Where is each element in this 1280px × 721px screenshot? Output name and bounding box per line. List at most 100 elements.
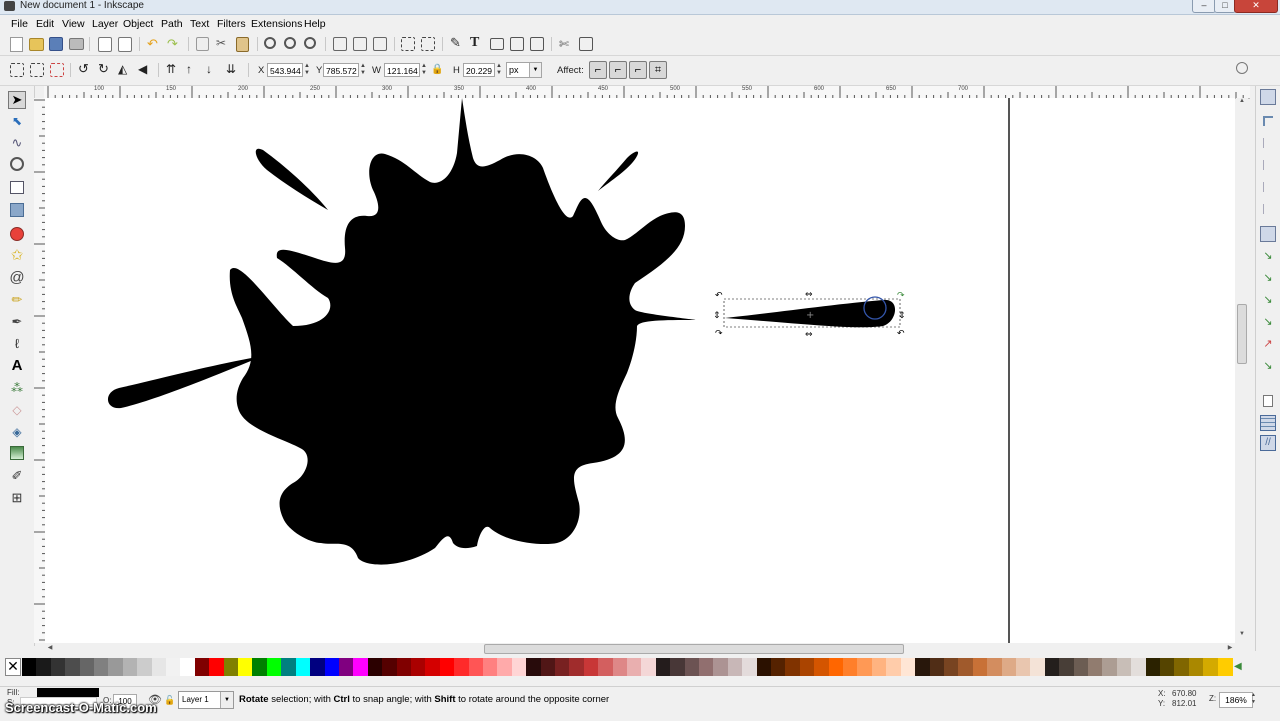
rotate-handle-top-left-icon[interactable]: ↶	[715, 291, 723, 301]
scroll-down-icon[interactable]: ▼	[1237, 631, 1247, 641]
color-swatch[interactable]	[1116, 658, 1132, 676]
deselect-icon[interactable]	[50, 63, 64, 77]
color-swatch[interactable]	[1174, 658, 1190, 676]
unlink-clone-icon[interactable]	[373, 37, 387, 51]
scroll-right-icon[interactable]: ▶	[1225, 644, 1235, 654]
x-spinner[interactable]: ▲ ▼	[304, 63, 310, 77]
color-swatch[interactable]	[627, 658, 642, 676]
color-swatch[interactable]	[583, 658, 599, 676]
snap-toggle-icon[interactable]	[1260, 89, 1276, 105]
layer-lock-icon[interactable]: 🔓	[164, 694, 175, 706]
color-swatch[interactable]	[684, 658, 700, 676]
color-swatch[interactable]	[353, 658, 369, 676]
color-swatch[interactable]	[742, 658, 758, 676]
rotate-handle-bottom-left-icon[interactable]: ↷	[715, 329, 723, 339]
color-swatch[interactable]	[338, 658, 354, 676]
color-swatch[interactable]	[1203, 658, 1219, 676]
clone-icon[interactable]	[353, 37, 367, 51]
tweak-tool-icon[interactable]: ∿	[8, 135, 26, 153]
color-swatch[interactable]	[569, 658, 585, 676]
color-swatch[interactable]	[252, 658, 268, 676]
color-swatch[interactable]	[1217, 658, 1233, 676]
flip-vertical-icon[interactable]: ◀	[138, 62, 153, 77]
snap-bbox-icon[interactable]	[1263, 116, 1273, 126]
zoom-spinner[interactable]: ▲ ▼	[1251, 692, 1257, 706]
duplicate-icon[interactable]	[333, 37, 347, 51]
color-swatch[interactable]	[482, 658, 498, 676]
rotate-cw-icon[interactable]: ↻	[98, 62, 113, 77]
zoom-page-icon[interactable]	[304, 37, 316, 49]
color-swatch[interactable]	[166, 658, 182, 676]
open-icon[interactable]	[29, 38, 44, 51]
lower-icon[interactable]: ↓	[206, 62, 221, 77]
skew-handle-bottom-icon[interactable]: ⇔	[805, 330, 813, 340]
no-paint-icon[interactable]: ✕	[5, 658, 21, 676]
zoom-fit-icon[interactable]	[1236, 62, 1248, 74]
color-swatch[interactable]	[670, 658, 686, 676]
color-swatch[interactable]	[598, 658, 614, 676]
color-swatch[interactable]	[727, 658, 743, 676]
color-swatch[interactable]	[814, 658, 830, 676]
zoom-selection-icon[interactable]	[264, 37, 276, 49]
document-metadata-icon[interactable]	[579, 37, 593, 51]
menu-text[interactable]: Text	[190, 18, 209, 30]
snap-grid-icon[interactable]	[1260, 415, 1276, 431]
w-field[interactable]: 121.164	[384, 63, 420, 77]
spray-tool-icon[interactable]: ⁂	[8, 380, 26, 398]
color-swatch[interactable]	[65, 658, 81, 676]
node-tool-icon[interactable]: ⬉	[8, 113, 26, 131]
color-swatch[interactable]	[151, 658, 167, 676]
zoom-tool-icon[interactable]	[10, 157, 24, 171]
color-swatch[interactable]	[641, 658, 657, 676]
color-swatch[interactable]	[310, 658, 326, 676]
paint-bucket-tool-icon[interactable]: ◈	[8, 424, 26, 442]
y-field[interactable]: 785.572	[323, 63, 359, 77]
color-swatch[interactable]	[526, 658, 542, 676]
color-swatch[interactable]	[1001, 658, 1017, 676]
color-swatch[interactable]	[295, 658, 311, 676]
color-swatch[interactable]	[943, 658, 959, 676]
snap-bbox-midpoints-icon[interactable]	[1263, 182, 1273, 192]
preferences-icon[interactable]: ✄	[559, 37, 574, 52]
rotate-handle-top-right-icon[interactable]: ↷	[897, 291, 905, 301]
color-swatch[interactable]	[540, 658, 556, 676]
color-swatch[interactable]	[1059, 658, 1075, 676]
pencil-tool-icon[interactable]: ✏	[8, 292, 26, 310]
snap-guides-icon[interactable]: //	[1260, 435, 1276, 451]
snap-bbox-centers-icon[interactable]	[1263, 204, 1273, 214]
color-swatch[interactable]	[122, 658, 138, 676]
affect-gradients-toggle[interactable]: ⌐	[629, 61, 647, 79]
color-swatch[interactable]	[1131, 658, 1147, 676]
color-swatch[interactable]	[1159, 658, 1175, 676]
snap-line-midpoints-icon[interactable]: ↗	[1260, 337, 1276, 353]
save-icon[interactable]	[49, 37, 63, 51]
color-swatch[interactable]	[194, 658, 210, 676]
snap-object-midpoints-icon[interactable]: ↘	[1260, 359, 1276, 375]
w-spinner[interactable]: ▲ ▼	[421, 63, 427, 77]
color-swatch[interactable]	[699, 658, 715, 676]
text-tool-icon[interactable]: A	[8, 358, 26, 376]
color-swatch[interactable]	[137, 658, 153, 676]
color-swatch[interactable]	[50, 658, 66, 676]
snap-bbox-corners-icon[interactable]	[1263, 160, 1273, 170]
color-swatch[interactable]	[915, 658, 931, 676]
color-swatch[interactable]	[713, 658, 729, 676]
color-swatch[interactable]	[900, 658, 916, 676]
color-swatch[interactable]	[511, 658, 527, 676]
ellipse-tool-icon[interactable]	[10, 227, 24, 241]
menu-file[interactable]: File	[11, 18, 28, 30]
group-icon[interactable]	[401, 37, 415, 51]
color-swatch[interactable]	[828, 658, 844, 676]
color-swatch[interactable]	[238, 658, 254, 676]
skew-handle-right-icon[interactable]: ⇕	[898, 311, 906, 321]
fill-indicator[interactable]	[37, 688, 99, 697]
layer-select[interactable]: Layer 1 ▼	[178, 691, 234, 709]
color-swatch[interactable]	[396, 658, 412, 676]
color-swatch[interactable]	[771, 658, 787, 676]
color-swatch[interactable]	[886, 658, 902, 676]
color-swatch[interactable]	[497, 658, 513, 676]
color-swatch[interactable]	[281, 658, 297, 676]
undo-icon[interactable]: ↶	[147, 37, 162, 52]
import-icon[interactable]	[98, 37, 112, 52]
snap-page-border-icon[interactable]	[1263, 395, 1273, 407]
